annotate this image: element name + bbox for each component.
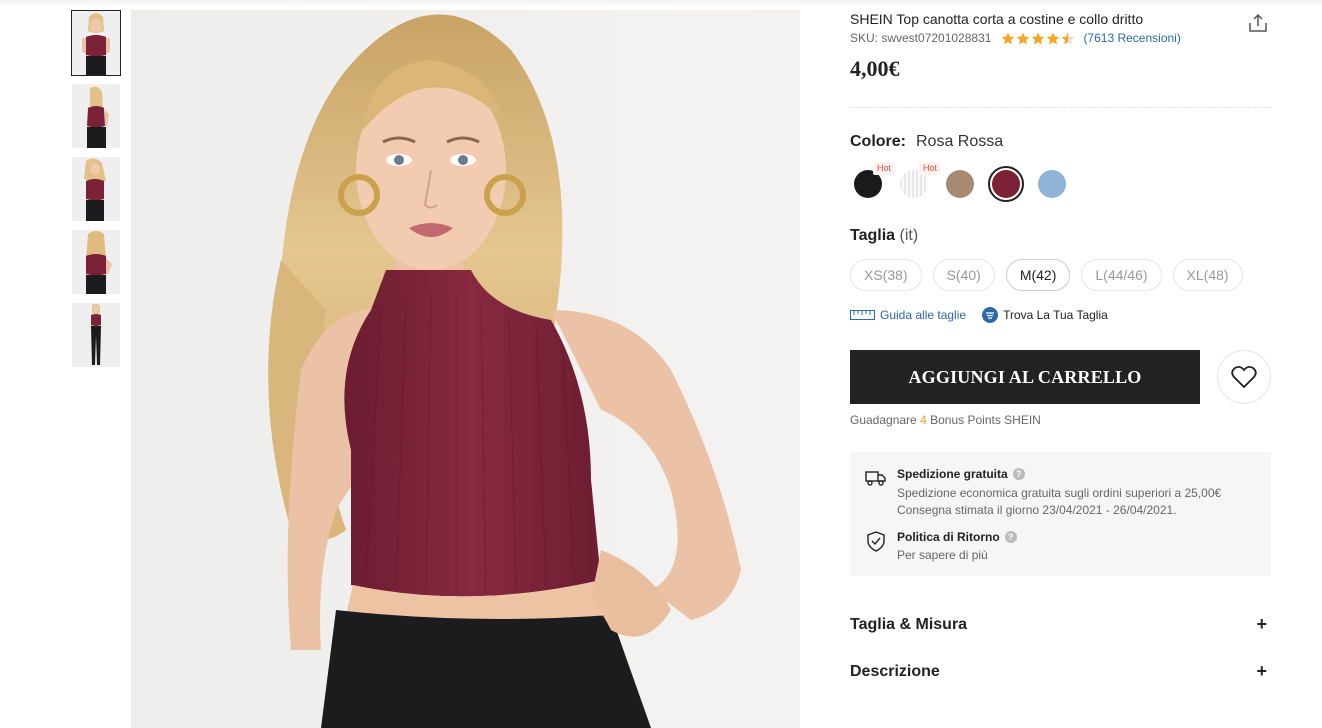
- color-swatch[interactable]: Hot: [850, 162, 896, 202]
- returns-title-text: Politica di Ritorno: [897, 530, 1000, 544]
- points-prefix: Guadagnare: [850, 413, 917, 427]
- bonus-points: Guadagnare 4 Bonus Points SHEIN: [850, 413, 1041, 427]
- star-icon: [1017, 32, 1030, 44]
- size-option[interactable]: S(40): [932, 259, 995, 291]
- hot-badge: Hot: [873, 162, 896, 175]
- color-swatch[interactable]: Hot: [896, 162, 942, 202]
- color-swatch[interactable]: [1034, 166, 1070, 202]
- swatch-color: [992, 170, 1020, 198]
- truck-icon: [865, 470, 887, 491]
- size-option[interactable]: XS(38): [850, 259, 922, 291]
- heart-icon: [1231, 365, 1257, 389]
- size-options: XS(38) S(40) M(42) L(44/46) XL(48): [850, 259, 1254, 291]
- thumbnail-3[interactable]: [71, 156, 121, 222]
- product-main-image[interactable]: [131, 10, 800, 728]
- fit-finder-icon: [982, 307, 999, 323]
- shipping-box: Spedizione gratuita ? Spedizione economi…: [850, 452, 1271, 576]
- size-guide-label: Guida alle taglie: [880, 308, 967, 322]
- thumbnail-2[interactable]: [71, 83, 121, 149]
- accordion-label: Taglia & Misura: [850, 615, 968, 633]
- star-icon: [1032, 32, 1045, 44]
- share-icon[interactable]: [1247, 12, 1269, 34]
- accordion-description[interactable]: Descrizione +: [850, 661, 1271, 682]
- sku-text: SKU: swvest07201028831: [850, 31, 992, 45]
- swatch-color: [1038, 170, 1066, 198]
- shipping-title-text: Spedizione gratuita: [897, 467, 1008, 481]
- shield-check-icon: [866, 531, 886, 557]
- star-icon: [1002, 32, 1015, 44]
- shipping-line-2: Consegna stimata il giorno 23/04/2021 - …: [897, 503, 1177, 517]
- find-size-label: Trova La Tua Taglia: [1003, 308, 1108, 322]
- size-row: Taglia (it): [850, 227, 918, 245]
- points-value: 4: [920, 413, 927, 427]
- color-label: Colore:: [850, 133, 906, 150]
- thumbnail-strip: [71, 10, 121, 375]
- plus-icon: +: [1256, 614, 1267, 634]
- help-icon[interactable]: ?: [1012, 468, 1025, 480]
- star-icon: [1062, 32, 1075, 44]
- size-label: Taglia: [850, 227, 896, 244]
- accordion-size-measure[interactable]: Taglia & Misura +: [850, 614, 1271, 635]
- star-icon: [1047, 32, 1060, 44]
- size-option[interactable]: XL(48): [1172, 259, 1243, 291]
- wishlist-button[interactable]: [1217, 350, 1271, 404]
- product-title: SHEIN Top canotta corta a costine e coll…: [850, 11, 1144, 27]
- swatch-color: [946, 170, 974, 198]
- sku-row: SKU: swvest07201028831 (7613 Recensioni): [850, 31, 1181, 45]
- divider: [850, 107, 1271, 108]
- points-suffix: Bonus Points SHEIN: [930, 413, 1041, 427]
- price: 4,00€: [850, 56, 900, 81]
- hot-badge: Hot: [919, 162, 942, 175]
- color-selected-value: Rosa Rossa: [916, 133, 1004, 150]
- find-size-link[interactable]: Trova La Tua Taglia: [982, 307, 1108, 323]
- returns-more-link[interactable]: Per sapere di più: [897, 548, 988, 562]
- color-swatch[interactable]: [942, 166, 978, 202]
- thumbnail-1[interactable]: [71, 10, 121, 76]
- top-shadow: [0, 0, 1322, 6]
- shipping-details: Spedizione economica gratuita sugli ordi…: [897, 485, 1221, 519]
- returns-title: Politica di Ritorno ?: [897, 530, 1017, 544]
- color-swatch[interactable]: [988, 166, 1024, 202]
- size-guides: Guida alle taglie Trova La Tua Taglia: [850, 307, 1108, 323]
- size-guide-link[interactable]: Guida alle taglie: [850, 308, 966, 322]
- size-unit: (it): [899, 227, 919, 244]
- size-option[interactable]: M(42): [1005, 259, 1071, 291]
- color-row: Colore: Rosa Rossa: [850, 133, 1003, 151]
- shipping-title: Spedizione gratuita ?: [897, 467, 1025, 481]
- reviews-link[interactable]: (7613 Recensioni): [1083, 31, 1180, 45]
- thumbnail-5[interactable]: [71, 302, 121, 368]
- accordion-label: Descrizione: [850, 662, 940, 680]
- help-icon[interactable]: ?: [1004, 531, 1017, 543]
- shipping-line-1: Spedizione economica gratuita sugli ordi…: [897, 486, 1222, 500]
- thumbnail-4[interactable]: [71, 229, 121, 295]
- rating-stars: [1001, 32, 1076, 45]
- color-swatches: Hot Hot: [850, 162, 1080, 202]
- add-to-cart-button[interactable]: AGGIUNGI AL CARRELLO: [850, 350, 1200, 404]
- plus-icon: +: [1256, 661, 1267, 681]
- size-option[interactable]: L(44/46): [1081, 259, 1162, 291]
- ruler-icon: [850, 310, 875, 320]
